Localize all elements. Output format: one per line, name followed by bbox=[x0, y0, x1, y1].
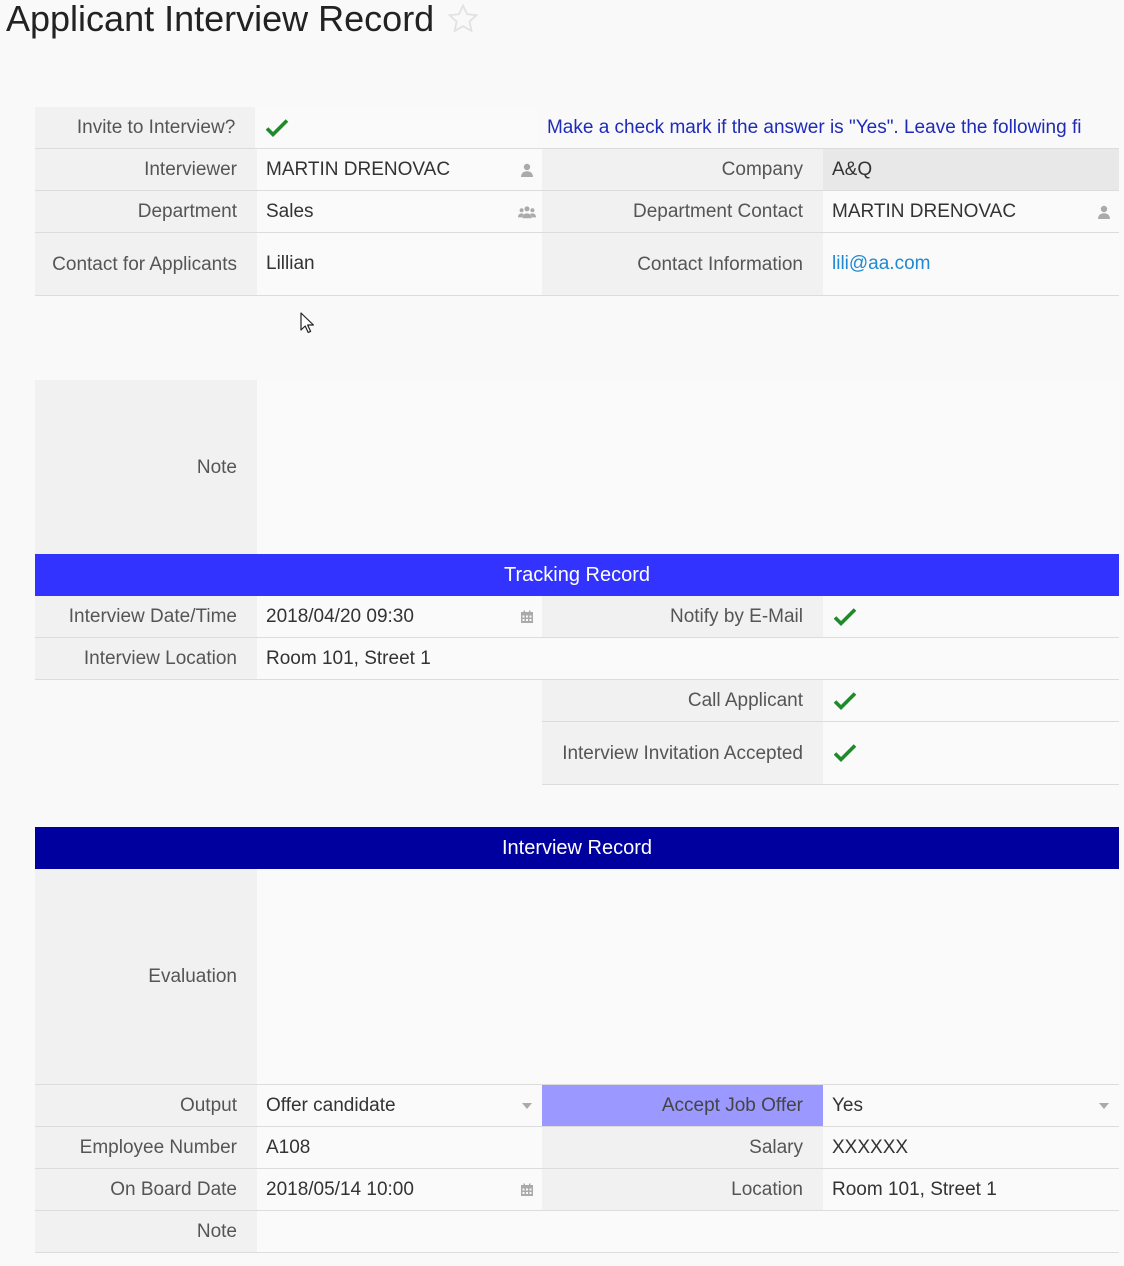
salary-label: Salary bbox=[542, 1127, 823, 1168]
empty-cell bbox=[35, 680, 542, 722]
interview-location-field[interactable]: Room 101, Street 1 bbox=[257, 638, 1119, 679]
page-title-text: Applicant Interview Record bbox=[6, 0, 435, 39]
checkmark-icon bbox=[833, 744, 857, 763]
interviewer-label: Interviewer bbox=[35, 149, 257, 190]
chevron-down-icon[interactable] bbox=[1095, 1097, 1113, 1115]
calendar-icon[interactable] bbox=[518, 608, 536, 626]
output-row: Output Offer candidate Accept Job Offer … bbox=[35, 1085, 1119, 1127]
checkmark-icon bbox=[833, 607, 857, 626]
interview-location-value: Room 101, Street 1 bbox=[266, 647, 431, 669]
department-contact-field[interactable]: MARTIN DRENOVAC bbox=[823, 191, 1119, 232]
invite-row: Invite to Interview? Make a check mark i… bbox=[35, 107, 1119, 149]
department-row: Department Sales Department Contact MART… bbox=[35, 191, 1119, 233]
location-label: Location bbox=[542, 1169, 823, 1210]
invitation-accepted-label: Interview Invitation Accepted bbox=[542, 722, 823, 785]
call-applicant-row: Call Applicant bbox=[35, 680, 1119, 722]
company-field: A&Q bbox=[823, 149, 1119, 190]
interview-datetime-field[interactable]: 2018/04/20 09:30 bbox=[257, 596, 542, 637]
contact-for-applicants-field[interactable]: Lillian bbox=[257, 233, 542, 295]
page-title: Applicant Interview Record bbox=[6, 0, 480, 40]
interview-note-label: Note bbox=[35, 1211, 257, 1252]
notify-email-label: Notify by E-Mail bbox=[542, 596, 823, 637]
blank-spacer bbox=[35, 296, 1119, 380]
on-board-date-value: 2018/05/14 10:00 bbox=[266, 1178, 414, 1200]
section-gap bbox=[35, 785, 1119, 827]
salary-field[interactable]: XXXXXX bbox=[823, 1127, 1119, 1168]
contact-row: Contact for Applicants Lillian Contact I… bbox=[35, 233, 1119, 296]
interviewer-value: MARTIN DRENOVAC bbox=[266, 158, 451, 180]
company-value: A&Q bbox=[832, 158, 873, 180]
interview-datetime-value: 2018/04/20 09:30 bbox=[266, 605, 414, 627]
on-board-date-label: On Board Date bbox=[35, 1169, 257, 1210]
record-form: Invite to Interview? Make a check mark i… bbox=[35, 107, 1119, 1253]
department-contact-label: Department Contact bbox=[542, 191, 823, 232]
interview-location-row: Interview Location Room 101, Street 1 bbox=[35, 638, 1119, 680]
contact-information-label: Contact Information bbox=[542, 233, 823, 295]
interview-record-header: Interview Record bbox=[35, 827, 1119, 869]
note-field[interactable] bbox=[257, 380, 1119, 554]
checkmark-icon bbox=[265, 118, 289, 137]
interview-note-row: Note bbox=[35, 1211, 1119, 1253]
employee-number-field[interactable]: A108 bbox=[257, 1127, 542, 1168]
call-applicant-checkbox[interactable] bbox=[823, 680, 1119, 722]
employee-number-value: A108 bbox=[266, 1136, 311, 1158]
call-applicant-label: Call Applicant bbox=[542, 680, 823, 722]
employee-number-row: Employee Number A108 Salary XXXXXX bbox=[35, 1127, 1119, 1169]
empty-cell bbox=[35, 722, 542, 785]
salary-value: XXXXXX bbox=[832, 1136, 909, 1158]
contact-information-field[interactable]: lili@aa.com bbox=[823, 233, 1119, 295]
calendar-icon[interactable] bbox=[518, 1181, 536, 1199]
interview-datetime-label: Interview Date/Time bbox=[35, 596, 257, 637]
contact-for-applicants-value: Lillian bbox=[266, 253, 315, 274]
contact-email-link[interactable]: lili@aa.com bbox=[832, 253, 1113, 275]
chevron-down-icon[interactable] bbox=[518, 1097, 536, 1115]
favorite-star-icon[interactable] bbox=[446, 2, 480, 36]
evaluation-label: Evaluation bbox=[35, 869, 257, 1084]
location-value: Room 101, Street 1 bbox=[832, 1178, 997, 1200]
checkmark-icon bbox=[833, 691, 857, 710]
note-row: Note bbox=[35, 380, 1119, 554]
department-label: Department bbox=[35, 191, 257, 232]
interview-record-title: Interview Record bbox=[501, 836, 653, 859]
invitation-accepted-checkbox[interactable] bbox=[823, 722, 1119, 785]
interviewer-field[interactable]: MARTIN DRENOVAC bbox=[257, 149, 542, 190]
department-contact-value: MARTIN DRENOVAC bbox=[832, 200, 1017, 222]
user-icon[interactable] bbox=[518, 161, 536, 179]
department-value: Sales bbox=[266, 200, 314, 222]
mouse-cursor-icon bbox=[300, 312, 314, 334]
output-select[interactable]: Offer candidate bbox=[257, 1085, 542, 1126]
evaluation-row: Evaluation bbox=[35, 869, 1119, 1085]
interview-datetime-row: Interview Date/Time 2018/04/20 09:30 Not… bbox=[35, 596, 1119, 638]
invite-checkbox[interactable] bbox=[255, 107, 538, 148]
output-value: Offer candidate bbox=[266, 1094, 396, 1116]
on-board-date-row: On Board Date 2018/05/14 10:00 Location … bbox=[35, 1169, 1119, 1211]
on-board-date-field[interactable]: 2018/05/14 10:00 bbox=[257, 1169, 542, 1210]
user-icon[interactable] bbox=[1095, 203, 1113, 221]
employee-number-label: Employee Number bbox=[35, 1127, 257, 1168]
interview-location-label: Interview Location bbox=[35, 638, 257, 679]
invite-label: Invite to Interview? bbox=[35, 107, 256, 148]
evaluation-field[interactable] bbox=[257, 869, 1119, 1084]
interview-note-field[interactable] bbox=[257, 1211, 1119, 1252]
notify-email-checkbox[interactable] bbox=[823, 596, 1119, 637]
invite-hint: Make a check mark if the answer is "Yes"… bbox=[546, 116, 1082, 138]
note-label: Note bbox=[35, 380, 257, 554]
group-icon[interactable] bbox=[518, 203, 536, 221]
company-label: Company bbox=[542, 149, 823, 190]
interviewer-row: Interviewer MARTIN DRENOVAC Company A&Q bbox=[35, 149, 1119, 191]
output-label: Output bbox=[35, 1085, 257, 1126]
accept-job-offer-value: Yes bbox=[832, 1094, 863, 1116]
tracking-record-title: Tracking Record bbox=[504, 563, 650, 586]
contact-for-applicants-label: Contact for Applicants bbox=[35, 233, 257, 295]
location-field[interactable]: Room 101, Street 1 bbox=[823, 1169, 1119, 1210]
department-field[interactable]: Sales bbox=[257, 191, 542, 232]
accept-job-offer-select[interactable]: Yes bbox=[823, 1085, 1119, 1126]
tracking-record-header: Tracking Record bbox=[35, 554, 1119, 596]
invitation-accepted-row: Interview Invitation Accepted bbox=[35, 722, 1119, 785]
accept-job-offer-label: Accept Job Offer bbox=[542, 1085, 823, 1126]
